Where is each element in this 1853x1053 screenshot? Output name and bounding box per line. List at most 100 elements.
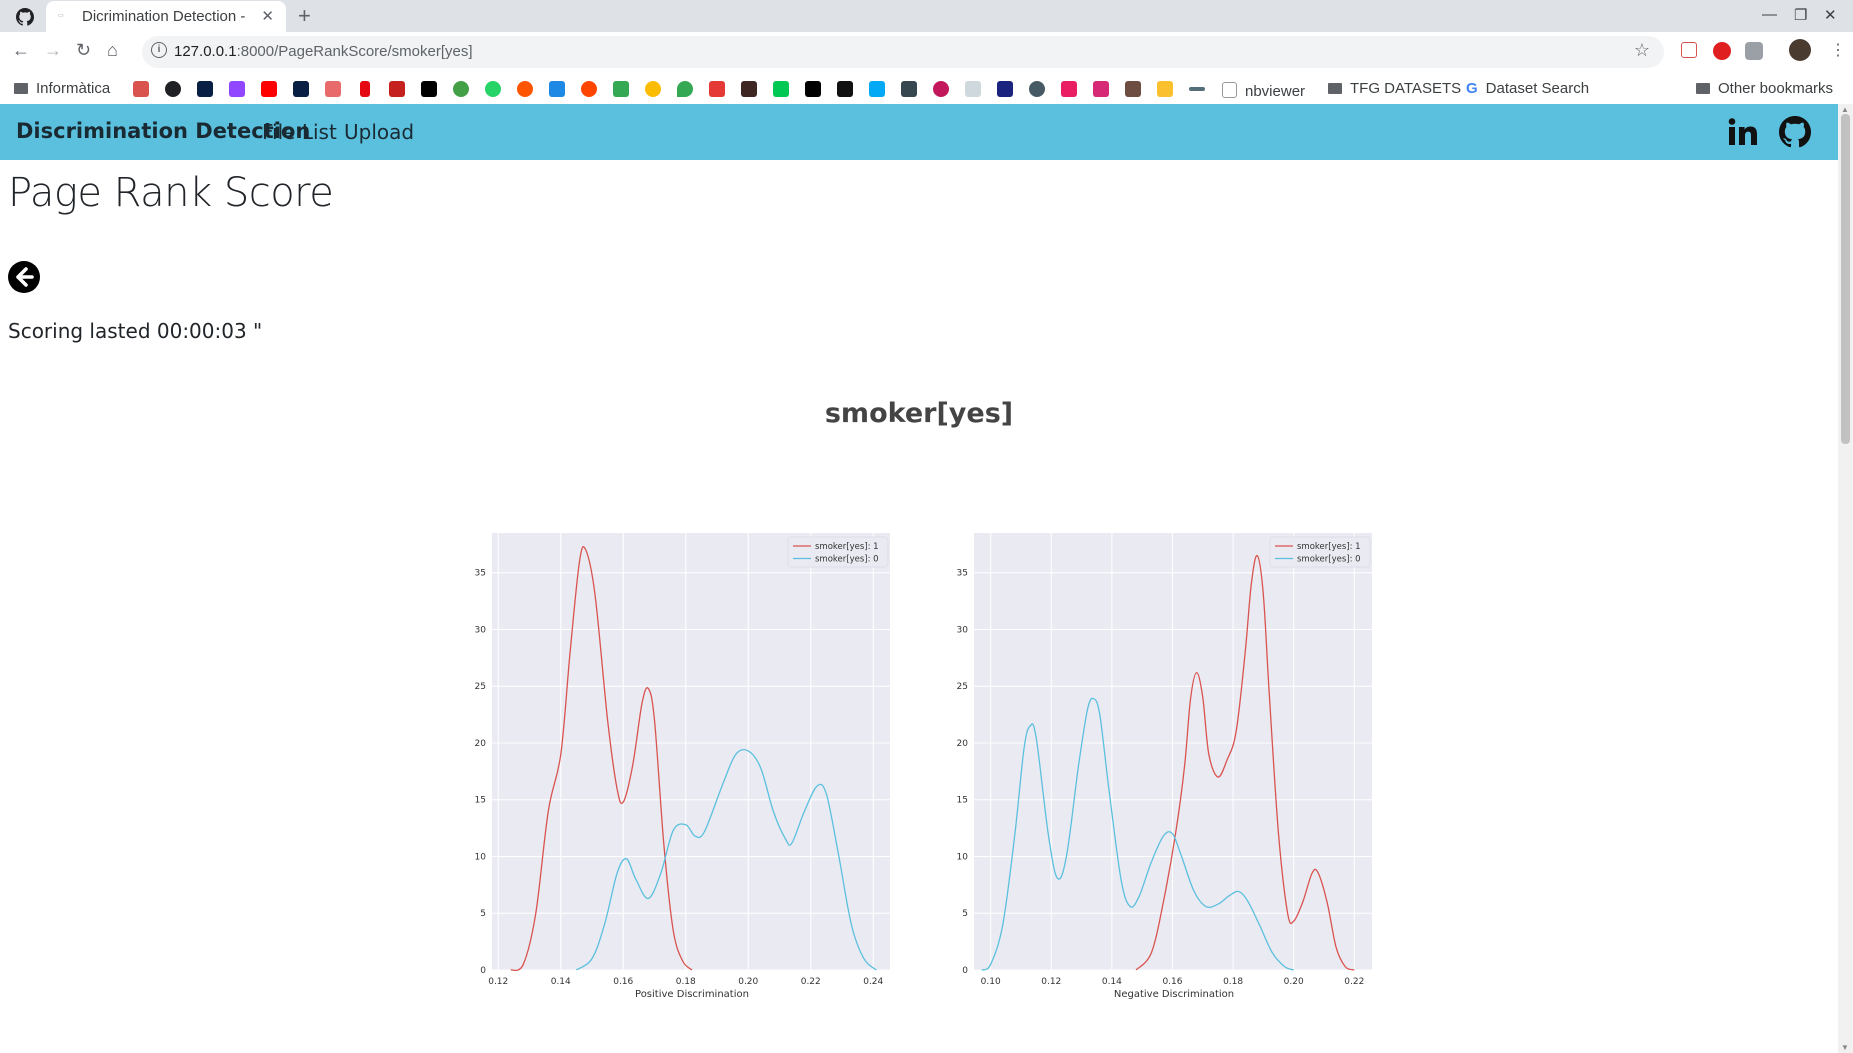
google-icon: G bbox=[1466, 80, 1478, 97]
legend-label: smoker[yes]: 0 bbox=[815, 555, 879, 565]
address-url: 127.0.0.1:8000/PageRankScore/smoker[yes] bbox=[174, 43, 473, 60]
scroll-down-icon[interactable]: ▼ bbox=[1841, 1043, 1849, 1052]
extension-icon-3[interactable] bbox=[1745, 42, 1763, 60]
extension-icon-1[interactable] bbox=[1681, 42, 1697, 58]
legend-label: smoker[yes]: 0 bbox=[1297, 555, 1361, 565]
bookmark-icon[interactable] bbox=[549, 81, 565, 97]
github-bookmark-icon[interactable] bbox=[165, 81, 181, 97]
bookmark-icon[interactable] bbox=[517, 81, 533, 97]
bookmark-folder-informatica[interactable]: Informàtica bbox=[14, 80, 110, 97]
google-photos-icon[interactable] bbox=[645, 81, 661, 97]
x-tick-label: 0.12 bbox=[488, 977, 508, 987]
bookmark-icon[interactable] bbox=[325, 81, 341, 97]
y-tick-label: 20 bbox=[957, 739, 969, 749]
bookmark-icon[interactable] bbox=[933, 81, 949, 97]
bookmark-icon[interactable] bbox=[293, 81, 309, 97]
attribute-title: smoker[yes] bbox=[824, 398, 1014, 429]
menu-kebab-icon[interactable]: ⋮ bbox=[1830, 40, 1846, 60]
bookmark-icon[interactable] bbox=[1061, 81, 1077, 97]
bookmark-icon[interactable] bbox=[1125, 81, 1141, 97]
bookmarks-bar: Informàtica nbviewer TFG DATASETS G Datas… bbox=[0, 72, 1853, 105]
close-window-icon[interactable]: ✕ bbox=[1824, 6, 1837, 24]
bookmark-folder-label: Informàtica bbox=[36, 80, 111, 97]
y-tick-label: 0 bbox=[480, 966, 486, 976]
positive-discrimination-chart: 0.12 0.14 0.16 0.18 0.20 0.22 0.24 0 5 10 15 20 25 30… bbox=[470, 530, 890, 1010]
forward-arrow-icon[interactable]: → bbox=[44, 40, 62, 61]
bookmark-icon[interactable] bbox=[805, 81, 821, 97]
x-tick-label: 0.24 bbox=[863, 977, 883, 987]
twitch-icon[interactable] bbox=[229, 81, 245, 97]
y-tick-label: 35 bbox=[475, 569, 486, 579]
bookmark-icon[interactable] bbox=[133, 81, 149, 97]
browser-tabstrip: ▭ Dicrimination Detection - ✕ + — ❐ ✕ bbox=[0, 0, 1853, 32]
x-tick-label: 0.14 bbox=[551, 977, 571, 987]
x-tick-label: 0.14 bbox=[1102, 977, 1122, 987]
address-bar[interactable]: i 127.0.0.1:8000/PageRankScore/smoker[ye… bbox=[142, 36, 1664, 68]
restore-icon[interactable]: ❐ bbox=[1794, 6, 1807, 24]
folder-icon bbox=[1328, 83, 1342, 94]
bookmark-star-icon[interactable]: ☆ bbox=[1634, 40, 1650, 61]
bookmark-nbviewer[interactable]: nbviewer bbox=[1222, 80, 1305, 100]
y-tick-label: 25 bbox=[475, 682, 486, 692]
folder-icon bbox=[1696, 83, 1710, 94]
back-arrow-icon[interactable]: ← bbox=[12, 40, 30, 61]
new-tab-icon[interactable]: + bbox=[298, 3, 311, 29]
google-maps-icon[interactable] bbox=[677, 81, 693, 97]
globe-icon[interactable] bbox=[1029, 81, 1045, 97]
bookmark-icon[interactable] bbox=[1189, 87, 1205, 91]
scrollbar-thumb[interactable] bbox=[1841, 114, 1850, 444]
google-play-icon[interactable] bbox=[773, 81, 789, 97]
chart-svg: 0.10 0.12 0.14 0.16 0.18 0.20 0.22 0 5 10 15 20 25 30… bbox=[957, 533, 1372, 1000]
url-host: 127.0.0.1 bbox=[174, 43, 237, 60]
y-tick-label: 5 bbox=[480, 909, 486, 919]
bookmark-label: Dataset Search bbox=[1485, 80, 1590, 97]
bookmark-label: Other bookmarks bbox=[1718, 80, 1834, 97]
extension-icon-2[interactable] bbox=[1713, 42, 1731, 60]
gmail-icon[interactable] bbox=[389, 81, 405, 97]
y-tick-label: 25 bbox=[957, 682, 968, 692]
bookmark-icon[interactable] bbox=[965, 81, 981, 97]
bookmark-icon[interactable] bbox=[1157, 81, 1173, 97]
back-arrow-circle-icon[interactable] bbox=[8, 261, 40, 293]
bookmark-icon[interactable] bbox=[453, 81, 469, 97]
x-axis-label: Positive Discrimination bbox=[635, 989, 749, 1000]
home-icon[interactable]: ⌂ bbox=[107, 40, 118, 61]
bookmark-icon[interactable] bbox=[901, 81, 917, 97]
netflix-icon[interactable] bbox=[360, 81, 370, 97]
github-icon bbox=[16, 8, 34, 26]
x-axis-label: Negative Discrimination bbox=[1114, 989, 1234, 1000]
bookmark-dataset-search[interactable]: G Dataset Search bbox=[1466, 80, 1589, 97]
hbo-icon[interactable] bbox=[421, 81, 437, 97]
bookmark-icon[interactable] bbox=[997, 81, 1013, 97]
site-info-icon[interactable]: i bbox=[151, 42, 167, 58]
github-icon[interactable] bbox=[1779, 116, 1811, 148]
plot-area bbox=[974, 533, 1372, 970]
whatsapp-icon[interactable] bbox=[485, 81, 501, 97]
reddit-icon[interactable] bbox=[581, 81, 597, 97]
bookmark-icon[interactable] bbox=[741, 81, 757, 97]
bookmark-folder-other[interactable]: Other bookmarks bbox=[1696, 80, 1833, 97]
scroll-up-icon[interactable]: ▲ bbox=[1841, 105, 1849, 114]
chart-svg: 0.12 0.14 0.16 0.18 0.20 0.22 0.24 0 5 10 15 20 25 30… bbox=[475, 533, 890, 1000]
profile-avatar[interactable] bbox=[1789, 39, 1811, 61]
linkedin-icon[interactable] bbox=[1727, 116, 1759, 148]
nav-link-upload[interactable]: Upload bbox=[344, 120, 414, 144]
bookmark-icon[interactable] bbox=[709, 81, 725, 97]
bookmark-icon[interactable] bbox=[869, 81, 885, 97]
page-scrollbar[interactable]: ▲ ▼ bbox=[1838, 104, 1853, 1053]
tab-close-icon[interactable]: ✕ bbox=[261, 7, 274, 25]
instagram-icon[interactable] bbox=[1093, 81, 1109, 97]
nav-link-file-list[interactable]: File List bbox=[262, 120, 337, 144]
active-tab[interactable]: ▭ Dicrimination Detection - ✕ bbox=[46, 1, 286, 32]
scoring-duration: Scoring lasted 00:00:03 " bbox=[8, 319, 263, 343]
bookmark-icon[interactable] bbox=[197, 81, 213, 97]
bookmark-folder-tfg[interactable]: TFG DATASETS bbox=[1328, 80, 1461, 97]
youtube-icon[interactable] bbox=[261, 81, 277, 97]
browser-toolbar: ← → ↻ ⌂ i 127.0.0.1:8000/PageRankScore/s… bbox=[0, 32, 1853, 72]
page-title: Page Rank Score bbox=[8, 170, 334, 216]
bookmark-icon[interactable] bbox=[837, 81, 853, 97]
y-tick-label: 10 bbox=[475, 852, 487, 862]
google-drive-icon[interactable] bbox=[613, 81, 629, 97]
reload-icon[interactable]: ↻ bbox=[76, 40, 91, 61]
minimize-icon[interactable]: — bbox=[1762, 6, 1777, 23]
